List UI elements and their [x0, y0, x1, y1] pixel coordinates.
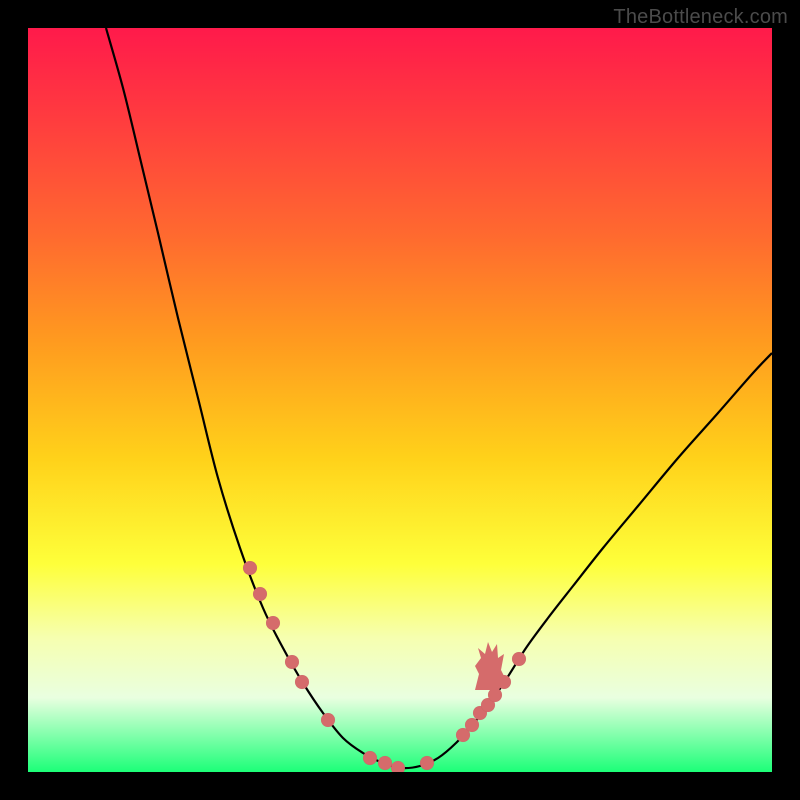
gradient-plot-area: [28, 28, 772, 772]
data-marker: [391, 761, 405, 772]
data-marker: [266, 616, 280, 630]
watermark-text: TheBottleneck.com: [613, 6, 788, 29]
data-marker: [243, 561, 257, 575]
plot-svg: [28, 28, 772, 772]
data-marker: [512, 652, 526, 666]
data-marker: [488, 688, 502, 702]
data-marker: [420, 756, 434, 770]
bottleneck-curve: [106, 28, 772, 768]
data-marker: [363, 751, 377, 765]
data-marker: [295, 675, 309, 689]
data-marker: [465, 718, 479, 732]
data-marker: [285, 655, 299, 669]
data-marker: [253, 587, 267, 601]
fire-blob: [475, 642, 505, 690]
data-marker: [378, 756, 392, 770]
fire-blob-shape: [475, 642, 505, 690]
data-marker: [321, 713, 335, 727]
